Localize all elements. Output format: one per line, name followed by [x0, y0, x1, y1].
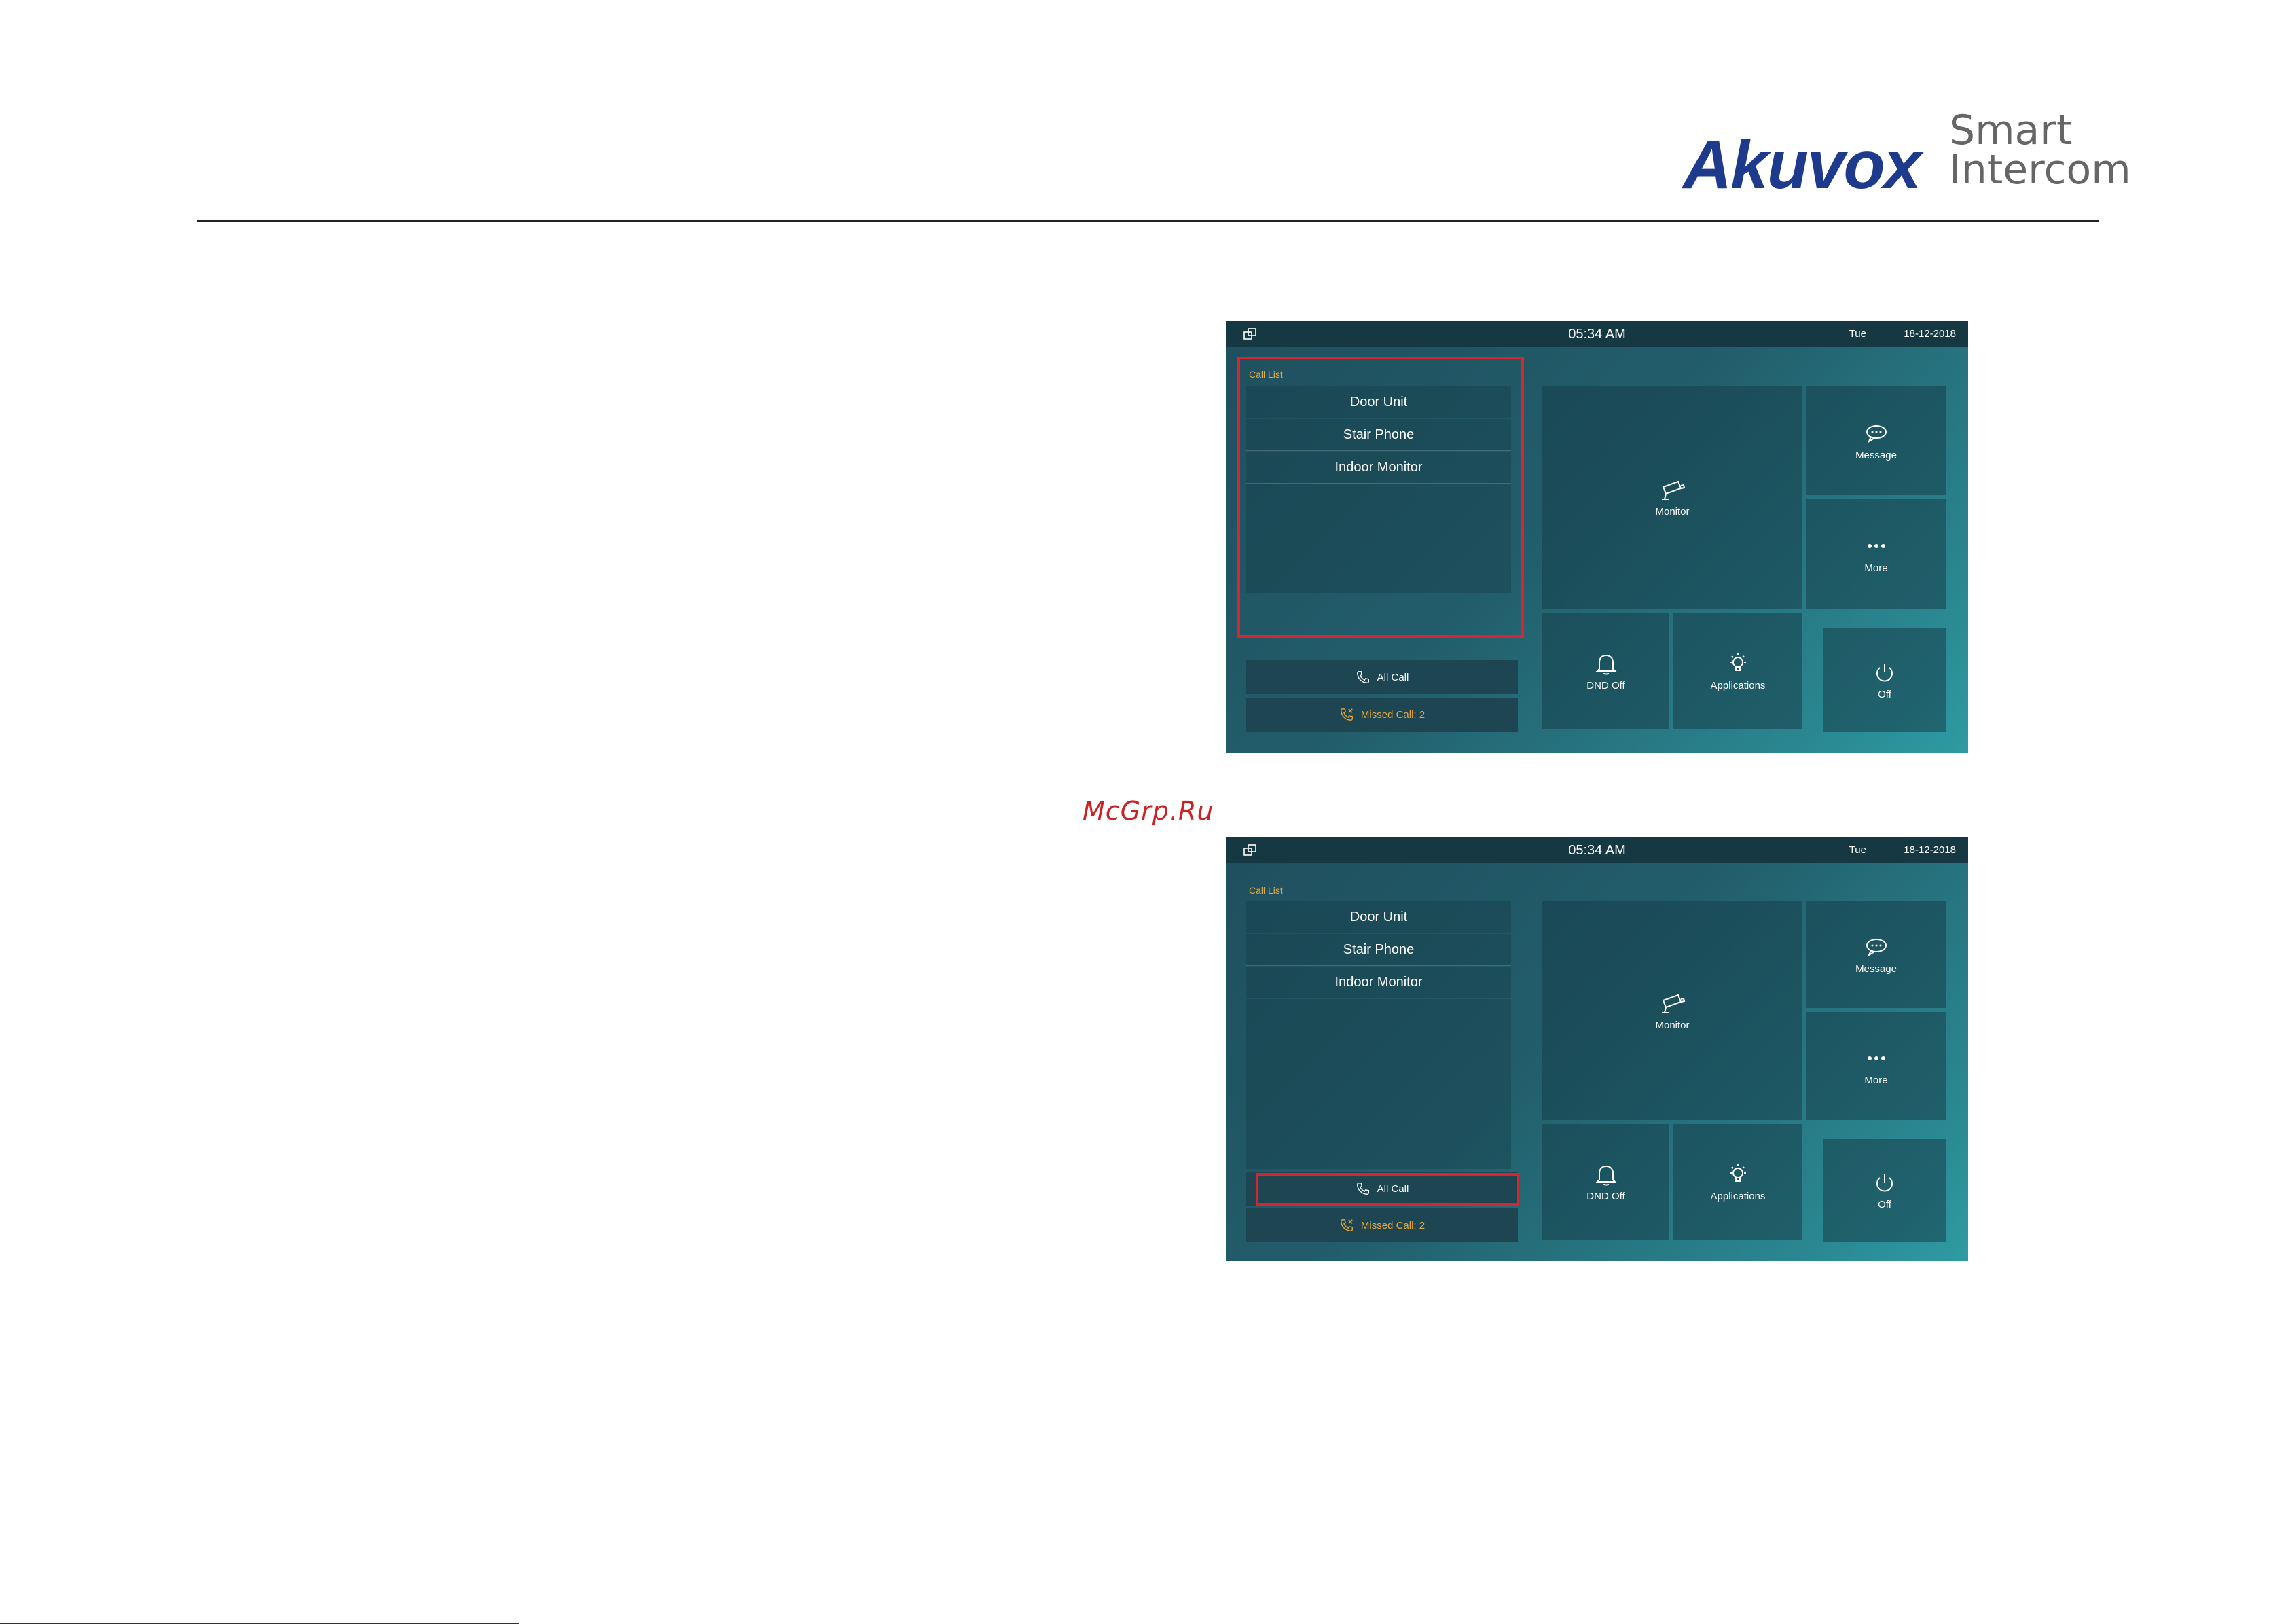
status-day: Tue — [1849, 328, 1866, 340]
status-bar: 05:34 AM Tue 18-12-2018 — [1226, 321, 1968, 347]
more-tile[interactable]: More — [1806, 1012, 1946, 1120]
status-date: 18-12-2018 — [1904, 844, 1956, 856]
power-icon — [1876, 1174, 1893, 1192]
message-icon — [1866, 939, 1887, 957]
dnd-tile[interactable]: DND Off — [1542, 1124, 1669, 1240]
more-label: More — [1864, 1075, 1888, 1086]
missed-call-button[interactable]: Missed Call: 2 — [1246, 698, 1518, 732]
monitor-label: Monitor — [1655, 506, 1690, 518]
more-label: More — [1864, 562, 1888, 574]
message-icon — [1866, 425, 1887, 444]
message-label: Message — [1855, 449, 1897, 461]
call-list-highlight-box — [1237, 357, 1524, 638]
bell-icon — [1595, 654, 1616, 674]
missed-call-button[interactable]: Missed Call: 2 — [1246, 1208, 1518, 1242]
off-label: Off — [1878, 689, 1891, 700]
call-list-empty-area — [1246, 999, 1511, 1169]
camera-icon — [1661, 994, 1685, 1013]
applications-tile[interactable]: Applications — [1673, 613, 1802, 729]
bell-icon — [1595, 1165, 1616, 1185]
watermark: McGrp.Ru — [1083, 796, 1214, 826]
status-day: Tue — [1849, 844, 1866, 856]
off-tile[interactable]: Off — [1823, 628, 1946, 732]
dnd-label: DND Off — [1586, 1190, 1625, 1202]
applications-label: Applications — [1710, 679, 1766, 691]
off-tile[interactable]: Off — [1823, 1139, 1946, 1242]
monitor-label: Monitor — [1655, 1019, 1690, 1031]
dnd-label: DND Off — [1586, 679, 1625, 691]
message-tile[interactable]: Message — [1806, 386, 1946, 495]
logo-brand: Akuvox — [1683, 127, 1921, 203]
more-icon — [1867, 1056, 1885, 1060]
call-list-item-stair-phone[interactable]: Stair Phone — [1246, 934, 1511, 966]
indoor-monitor-screen-1: 05:34 AM Tue 18-12-2018 Call List Door U… — [1226, 321, 1968, 753]
lightbulb-icon — [1730, 1163, 1746, 1182]
missed-call-icon — [1340, 708, 1353, 721]
monitor-tile[interactable]: Monitor — [1542, 386, 1802, 609]
logo-tagline-intercom: Intercom — [1949, 146, 2131, 194]
missed-call-icon — [1340, 1219, 1353, 1231]
missed-call-label: Missed Call: 2 — [1360, 1219, 1426, 1231]
power-icon — [1876, 664, 1893, 682]
logo-tagline-smart: Smart — [1949, 107, 2073, 154]
call-list-item-indoor-monitor[interactable]: Indoor Monitor — [1246, 967, 1511, 998]
missed-call-label: Missed Call: 2 — [1360, 708, 1426, 721]
applications-tile[interactable]: Applications — [1673, 1124, 1802, 1240]
phone-icon — [1356, 671, 1369, 683]
dnd-tile[interactable]: DND Off — [1542, 613, 1669, 729]
header-divider — [197, 220, 2099, 222]
message-label: Message — [1855, 963, 1897, 975]
status-bar: 05:34 AM Tue 18-12-2018 — [1226, 837, 1968, 863]
all-call-button[interactable]: All Call — [1246, 660, 1518, 694]
all-call-label: All Call — [1377, 671, 1409, 683]
lightbulb-icon — [1730, 653, 1746, 671]
more-tile[interactable]: More — [1806, 499, 1946, 609]
call-list-label: Call List — [1249, 885, 1283, 896]
camera-icon — [1661, 480, 1685, 500]
indoor-monitor-screen-2: 05:34 AM Tue 18-12-2018 Call List Door U… — [1226, 837, 1968, 1261]
off-label: Off — [1878, 1199, 1891, 1210]
applications-label: Applications — [1710, 1190, 1766, 1202]
message-tile[interactable]: Message — [1806, 901, 1946, 1008]
all-call-highlight-box — [1256, 1173, 1519, 1206]
status-date: 18-12-2018 — [1904, 328, 1956, 340]
call-list-item-door-unit[interactable]: Door Unit — [1246, 901, 1511, 933]
more-icon — [1867, 544, 1885, 548]
monitor-tile[interactable]: Monitor — [1542, 901, 1802, 1120]
